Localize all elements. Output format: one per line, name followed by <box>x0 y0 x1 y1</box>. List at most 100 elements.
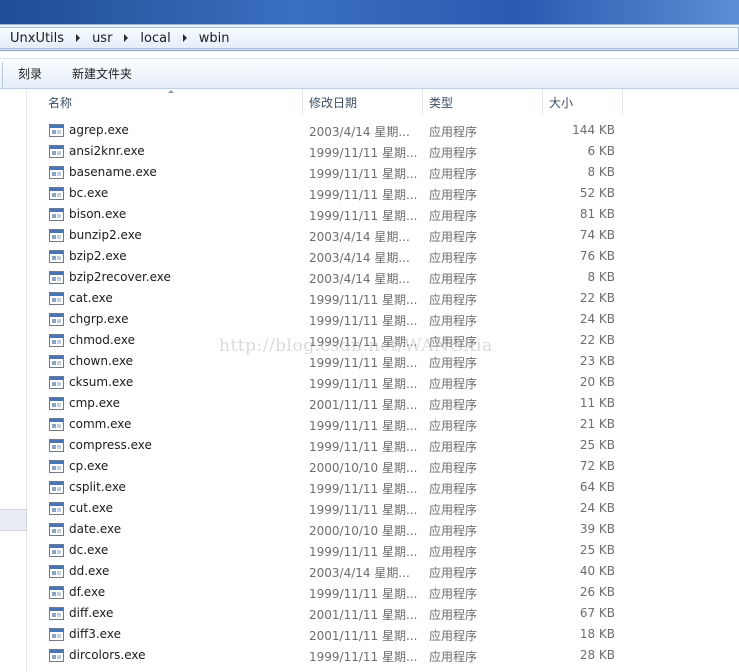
file-row[interactable]: bzip2.exe 2003/4/14 星期... 应用程序 76 KB <box>0 247 739 268</box>
file-name[interactable]: diff.exe <box>69 606 113 620</box>
burn-button[interactable]: 刻录 <box>12 61 48 86</box>
address-bar[interactable]: UnxUtils usr local wbin <box>0 24 739 51</box>
application-exe-icon[interactable] <box>49 229 64 242</box>
breadcrumb-item[interactable]: UnxUtils <box>8 31 66 46</box>
application-exe-icon[interactable] <box>49 292 64 305</box>
application-exe-icon[interactable] <box>49 439 64 452</box>
file-name[interactable]: bzip2recover.exe <box>69 270 171 284</box>
file-row[interactable]: cat.exe 1999/11/11 星期... 应用程序 22 KB <box>0 289 739 310</box>
file-name[interactable]: compress.exe <box>69 438 152 452</box>
file-name[interactable]: diff3.exe <box>69 627 121 641</box>
file-size: 21 KB <box>579 417 615 431</box>
application-exe-icon[interactable] <box>49 523 64 536</box>
file-row[interactable]: cmp.exe 2001/11/11 星期... 应用程序 11 KB <box>0 394 739 415</box>
file-name[interactable]: ansi2knr.exe <box>69 144 145 158</box>
file-row[interactable]: chmod.exe 1999/11/11 星期... 应用程序 22 KB <box>0 331 739 352</box>
breadcrumb-chevron-icon[interactable] <box>124 34 129 42</box>
file-row[interactable]: df.exe 1999/11/11 星期... 应用程序 26 KB <box>0 583 739 604</box>
file-row[interactable]: bc.exe 1999/11/11 星期... 应用程序 52 KB <box>0 184 739 205</box>
file-type: 应用程序 <box>429 608 478 622</box>
application-exe-icon[interactable] <box>49 649 64 662</box>
breadcrumb-item[interactable]: usr <box>90 31 114 46</box>
column-header-type[interactable]: 类型 <box>423 89 543 115</box>
breadcrumb[interactable]: UnxUtils usr local wbin <box>0 27 739 49</box>
file-name[interactable]: bzip2.exe <box>69 249 127 263</box>
application-exe-icon[interactable] <box>49 334 64 347</box>
file-row[interactable]: agrep.exe 2003/4/14 星期... 应用程序 144 KB <box>0 121 739 142</box>
application-exe-icon[interactable] <box>49 460 64 473</box>
column-header-date[interactable]: 修改日期 <box>303 89 423 115</box>
file-size: 8 KB <box>587 165 615 179</box>
file-row[interactable]: ansi2knr.exe 1999/11/11 星期... 应用程序 6 KB <box>0 142 739 163</box>
file-type: 应用程序 <box>429 461 478 475</box>
file-name[interactable]: dc.exe <box>69 543 108 557</box>
file-name[interactable]: chmod.exe <box>69 333 135 347</box>
application-exe-icon[interactable] <box>49 481 64 494</box>
application-exe-icon[interactable] <box>49 124 64 137</box>
file-name[interactable]: chown.exe <box>69 354 133 368</box>
file-row[interactable]: chown.exe 1999/11/11 星期... 应用程序 23 KB <box>0 352 739 373</box>
application-exe-icon[interactable] <box>49 355 64 368</box>
file-row[interactable]: diff3.exe 2001/11/11 星期... 应用程序 18 KB <box>0 625 739 646</box>
file-name[interactable]: csplit.exe <box>69 480 126 494</box>
file-row[interactable]: cut.exe 1999/11/11 星期... 应用程序 24 KB <box>0 499 739 520</box>
breadcrumb-chevron-icon[interactable] <box>76 34 81 42</box>
file-row[interactable]: dircolors.exe 1999/11/11 星期... 应用程序 28 KB <box>0 646 739 667</box>
file-row[interactable]: diff.exe 2001/11/11 星期... 应用程序 67 KB <box>0 604 739 625</box>
file-type: 应用程序 <box>429 293 478 307</box>
file-name[interactable]: cat.exe <box>69 291 113 305</box>
application-exe-icon[interactable] <box>49 145 64 158</box>
application-exe-icon[interactable] <box>49 418 64 431</box>
file-row[interactable]: bunzip2.exe 2003/4/14 星期... 应用程序 74 KB <box>0 226 739 247</box>
file-row[interactable]: comm.exe 1999/11/11 星期... 应用程序 21 KB <box>0 415 739 436</box>
application-exe-icon[interactable] <box>49 208 64 221</box>
file-row[interactable]: date.exe 2000/10/10 星期... 应用程序 39 KB <box>0 520 739 541</box>
file-name[interactable]: bison.exe <box>69 207 126 221</box>
application-exe-icon[interactable] <box>49 544 64 557</box>
application-exe-icon[interactable] <box>49 607 64 620</box>
file-name[interactable]: bunzip2.exe <box>69 228 142 242</box>
application-exe-icon[interactable] <box>49 628 64 641</box>
file-row[interactable]: basename.exe 1999/11/11 星期... 应用程序 8 KB <box>0 163 739 184</box>
application-exe-icon[interactable] <box>49 187 64 200</box>
file-name[interactable]: dircolors.exe <box>69 648 146 662</box>
file-name[interactable]: chgrp.exe <box>69 312 128 326</box>
file-name[interactable]: df.exe <box>69 585 105 599</box>
file-row[interactable]: dc.exe 1999/11/11 星期... 应用程序 25 KB <box>0 541 739 562</box>
new-folder-button[interactable]: 新建文件夹 <box>66 61 138 86</box>
application-exe-icon[interactable] <box>49 502 64 515</box>
file-name[interactable]: date.exe <box>69 522 121 536</box>
application-exe-icon[interactable] <box>49 166 64 179</box>
application-exe-icon[interactable] <box>49 313 64 326</box>
file-name[interactable]: comm.exe <box>69 417 131 431</box>
application-exe-icon[interactable] <box>49 397 64 410</box>
application-exe-icon[interactable] <box>49 565 64 578</box>
file-name[interactable]: cmp.exe <box>69 396 120 410</box>
file-name[interactable]: basename.exe <box>69 165 157 179</box>
file-row[interactable]: bison.exe 1999/11/11 星期... 应用程序 81 KB <box>0 205 739 226</box>
application-exe-icon[interactable] <box>49 250 64 263</box>
file-row[interactable]: cp.exe 2000/10/10 星期... 应用程序 72 KB <box>0 457 739 478</box>
application-exe-icon[interactable] <box>49 376 64 389</box>
file-row[interactable]: dd.exe 2003/4/14 星期... 应用程序 40 KB <box>0 562 739 583</box>
column-header-size[interactable]: 大小 <box>543 89 623 115</box>
file-type: 应用程序 <box>429 566 478 580</box>
breadcrumb-item[interactable]: local <box>138 31 172 46</box>
file-type: 应用程序 <box>429 167 478 181</box>
file-row[interactable]: cksum.exe 1999/11/11 星期... 应用程序 20 KB <box>0 373 739 394</box>
file-row[interactable]: bzip2recover.exe 2003/4/14 星期... 应用程序 8 KB <box>0 268 739 289</box>
application-exe-icon[interactable] <box>49 586 64 599</box>
file-name[interactable]: dd.exe <box>69 564 109 578</box>
file-date: 2000/10/10 星期... <box>309 524 418 538</box>
file-row[interactable]: csplit.exe 1999/11/11 星期... 应用程序 64 KB <box>0 478 739 499</box>
file-name[interactable]: cksum.exe <box>69 375 133 389</box>
breadcrumb-item[interactable]: wbin <box>197 31 232 46</box>
file-name[interactable]: cp.exe <box>69 459 108 473</box>
file-row[interactable]: compress.exe 1999/11/11 星期... 应用程序 25 KB <box>0 436 739 457</box>
file-row[interactable]: chgrp.exe 1999/11/11 星期... 应用程序 24 KB <box>0 310 739 331</box>
file-name[interactable]: agrep.exe <box>69 123 129 137</box>
file-name[interactable]: bc.exe <box>69 186 108 200</box>
file-name[interactable]: cut.exe <box>69 501 113 515</box>
application-exe-icon[interactable] <box>49 271 64 284</box>
breadcrumb-chevron-icon[interactable] <box>182 34 187 42</box>
